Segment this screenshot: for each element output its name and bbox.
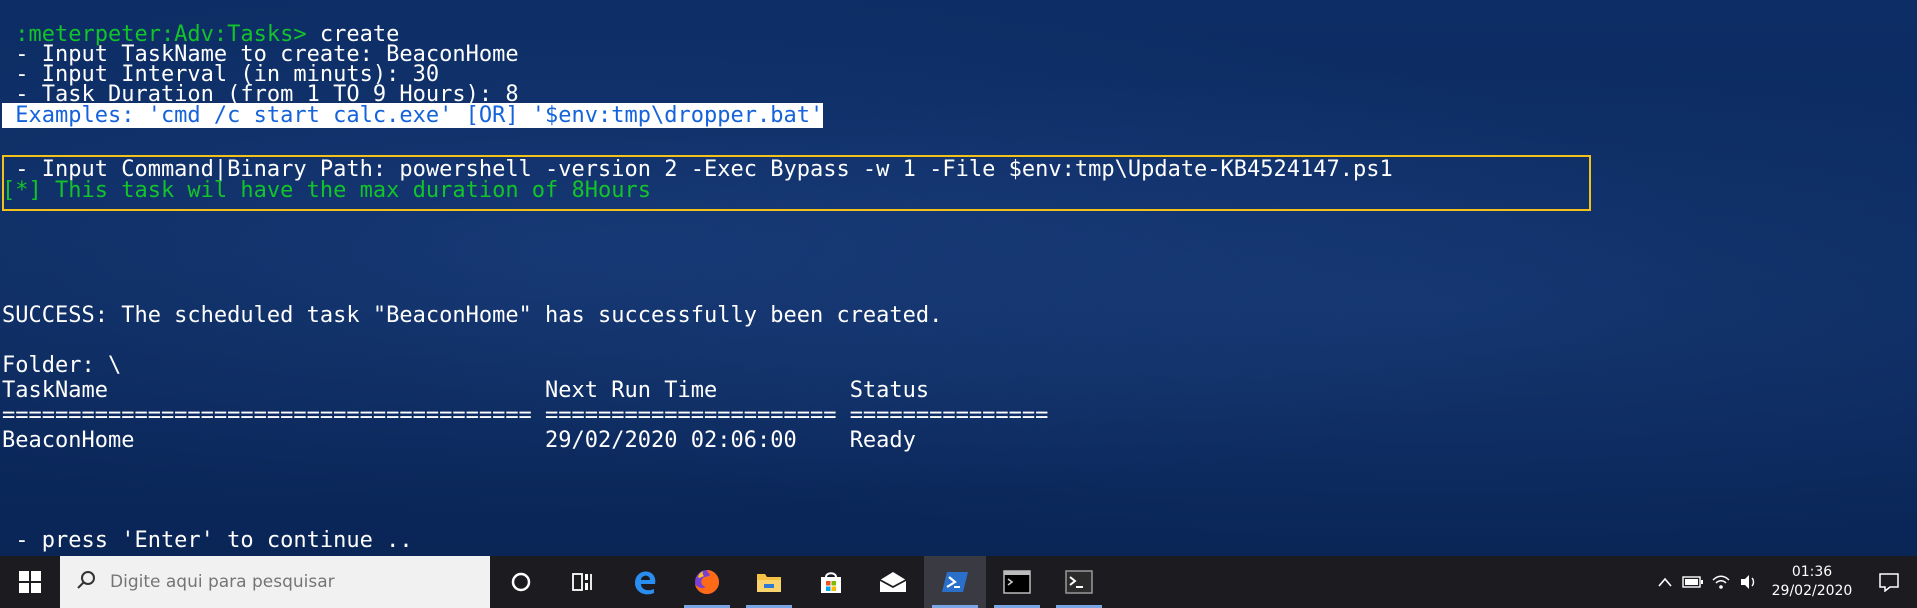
example-line: Examples: 'cmd /c start calc.exe' [OR] '… [2,103,824,128]
store-icon[interactable] [800,556,862,608]
powershell-icon[interactable] [924,556,986,608]
windows-start-icon[interactable] [0,556,60,608]
table-separator: ========================================… [2,403,1049,428]
folder-line: Folder: \ [2,353,122,378]
edge-icon[interactable] [614,556,676,608]
notification-icon[interactable] [1861,556,1917,608]
taskbar: 01:36 29/02/2020 [0,556,1917,608]
wifi-icon[interactable] [1707,556,1735,608]
terminal-icon[interactable] [1048,556,1110,608]
system-tray: 01:36 29/02/2020 [1651,556,1917,608]
battery-icon[interactable] [1679,556,1707,608]
file-explorer-icon[interactable] [738,556,800,608]
firefox-icon[interactable] [676,556,738,608]
table-header: TaskName Next Run Time Status [2,378,930,403]
task-view-icon[interactable] [552,556,614,608]
chevron-up-icon[interactable] [1651,556,1679,608]
clock-time: 01:36 [1791,564,1833,580]
search-icon [76,570,96,595]
search-input[interactable] [108,571,442,593]
clock[interactable]: 01:36 29/02/2020 [1763,563,1861,601]
cmd-icon[interactable] [986,556,1048,608]
volume-icon[interactable] [1735,556,1763,608]
success-line: SUCCESS: The scheduled task "BeaconHome"… [2,303,943,328]
clock-date: 29/02/2020 [1771,583,1853,599]
example-selection: Examples: 'cmd /c start calc.exe' [OR] '… [2,103,824,128]
terminal-window[interactable]: :meterpeter:Adv:Tasks> create - Input Ta… [0,0,1917,556]
info-line: [*] This task wil have the max duration … [2,178,652,203]
cortana-icon[interactable] [490,556,552,608]
mail-icon[interactable] [862,556,924,608]
search-box[interactable] [60,556,490,608]
table-row: BeaconHome 29/02/2020 02:06:00 Ready [2,428,916,453]
continue-line: - press 'Enter' to continue .. [2,528,413,553]
